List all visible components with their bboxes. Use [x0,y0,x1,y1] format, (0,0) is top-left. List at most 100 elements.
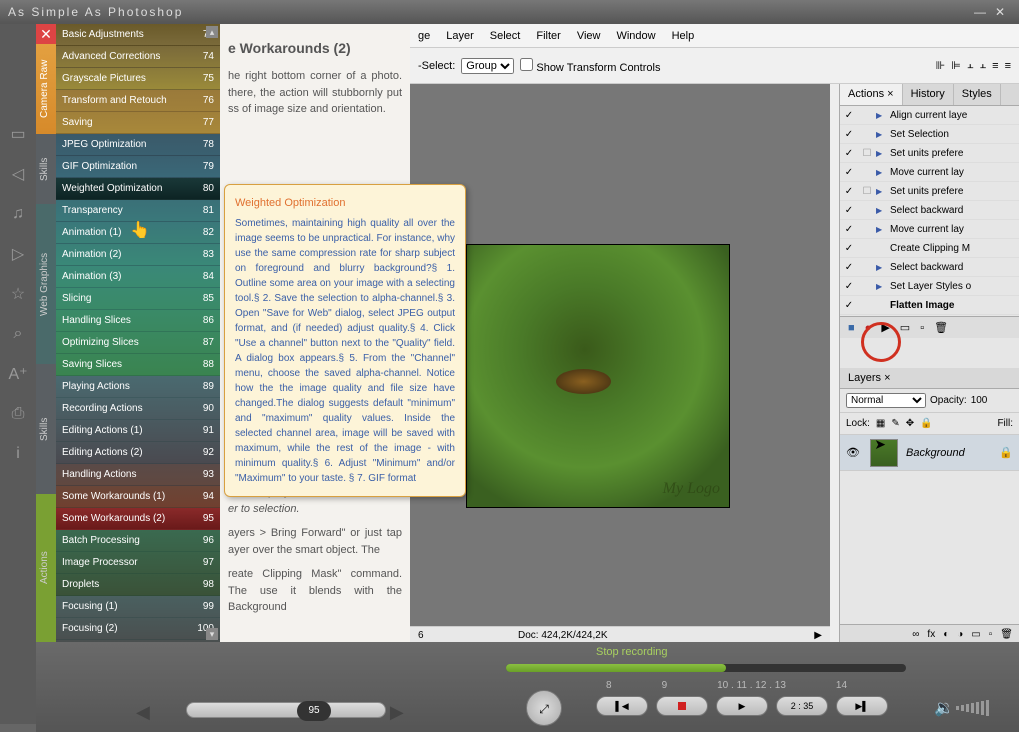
print-icon[interactable]: ⎙ [8,404,28,424]
sidebar-item[interactable]: Handling Slices86 [56,310,220,332]
sidebar-tab[interactable]: Skills [36,364,56,494]
page-slider[interactable]: 95 [186,702,386,718]
menu-item[interactable]: View [577,30,601,42]
action-row[interactable]: ✓▶Align current laye [840,106,1019,125]
rewind-button[interactable]: ▌◀ [596,696,648,716]
sidebar-item[interactable]: Basic Adjustments73 [56,24,220,46]
star-icon[interactable]: ☆ [8,284,28,304]
action-check-icon[interactable]: ✓ [840,129,858,140]
action-expand-icon[interactable]: ▶ [876,168,890,177]
action-row[interactable]: ✓▶Set Layer Styles o [840,277,1019,296]
text-icon[interactable]: A⁺ [8,364,28,384]
expand-button[interactable]: ⤢ [526,690,562,726]
sidebar-tab[interactable]: Skills [36,134,56,204]
sidebar-item[interactable]: Slicing85 [56,288,220,310]
action-row[interactable]: ✓▶Select backward [840,258,1019,277]
action-check-icon[interactable]: ✓ [840,205,858,216]
page-knob[interactable]: 95 [297,701,331,721]
sidebar-item[interactable]: Some Workarounds (2)95 [56,508,220,530]
sidebar-item[interactable]: Animation (2)83 [56,244,220,266]
panel-tab[interactable]: History [903,84,954,105]
sidebar-item[interactable]: Transparency81 [56,200,220,222]
action-row[interactable]: ✓Create Clipping M [840,239,1019,258]
sidebar-item[interactable]: Droplets98 [56,574,220,596]
play-icon[interactable]: ▷ [8,244,28,264]
close-button[interactable]: ✕ [991,5,1011,19]
action-row[interactable]: ✓☐▶Set units prefere [840,182,1019,201]
panel-tab[interactable]: Actions × [840,84,903,105]
trash-icon[interactable]: 🗑 [934,321,948,334]
visibility-icon[interactable]: 👁 [846,446,862,459]
sidebar-item[interactable]: Editing Actions (2)92 [56,442,220,464]
forward-button[interactable]: ▶▌ [836,696,888,716]
stop-icon[interactable]: ■ [848,322,855,334]
action-expand-icon[interactable]: ▶ [876,225,890,234]
play-button[interactable]: ▶ [716,696,768,716]
opacity-value[interactable]: 100 [971,395,988,406]
menu-item[interactable]: Window [616,30,655,42]
action-row[interactable]: ✓Flatten Image [840,296,1019,315]
panel-tab[interactable]: Styles [954,84,1001,105]
scroll-up-icon[interactable]: ▴ [206,26,218,38]
next-page-icon[interactable]: ▶ [390,702,404,723]
align-icon[interactable]: ⫠ [979,59,986,72]
scroll-down-icon[interactable]: ▾ [206,628,218,640]
scroll-right-icon[interactable]: ▶ [814,630,822,641]
lock-pixels-icon[interactable]: ▦ [876,418,885,429]
folder-icon[interactable]: ▭ [900,321,910,334]
record-icon[interactable]: ● [865,322,872,334]
sidebar-item[interactable]: Animation (3)84 [56,266,220,288]
sidebar-item[interactable]: Transform and Retouch76 [56,90,220,112]
action-dialog-icon[interactable]: ☐ [858,148,876,159]
sidebar-item[interactable]: GIF Optimization79 [56,156,220,178]
sidebar-item[interactable]: Grayscale Pictures75 [56,68,220,90]
sidebar-item[interactable]: Animation (1)82 [56,222,220,244]
show-transform-checkbox[interactable]: Show Transform Controls [520,58,660,74]
mask-icon[interactable]: ◐ [943,629,949,640]
info-icon[interactable]: i [8,444,28,464]
sidebar-item[interactable]: Optimizing Slices87 [56,332,220,354]
action-check-icon[interactable]: ✓ [840,224,858,235]
action-expand-icon[interactable]: ▶ [876,149,890,158]
action-expand-icon[interactable]: ▶ [876,206,890,215]
sidebar-tab[interactable]: Camera Raw [36,44,56,134]
lock-move-icon[interactable]: ✥ [906,418,914,429]
menu-item[interactable]: Help [672,30,695,42]
action-expand-icon[interactable]: ▶ [876,111,890,120]
align-icon[interactable]: ⊫ [951,59,961,72]
ps-canvas[interactable]: My Logo [466,244,730,508]
sidebar-item[interactable]: JPEG Optimization78 [56,134,220,156]
action-expand-icon[interactable]: ▶ [876,263,890,272]
sidebar-item[interactable]: Some Workarounds (1)94 [56,486,220,508]
action-check-icon[interactable]: ✓ [840,243,858,254]
record-button[interactable] [656,696,708,716]
sidebar-item[interactable]: Focusing (2)100 [56,618,220,640]
play-icon[interactable]: ▶ [881,321,889,334]
book-icon[interactable]: ▭ [8,124,28,144]
new-layer-icon[interactable]: ▫ [989,629,993,640]
menu-item[interactable]: Filter [536,30,560,42]
sidebar-tab[interactable]: Actions [36,494,56,642]
distribute-icon[interactable]: ≡ [1005,60,1011,72]
layers-tab[interactable]: Layers × [840,368,1019,389]
action-expand-icon[interactable]: ▶ [876,130,890,139]
action-row[interactable]: ✓▶Set Selection [840,125,1019,144]
sidebar-item[interactable]: Focusing (1)99 [56,596,220,618]
sidebar-item[interactable]: Editing Actions (1)91 [56,420,220,442]
sidebar-item[interactable]: Image Processor97 [56,552,220,574]
sidebar-item[interactable]: Weighted Optimization80 [56,178,220,200]
sidebar-close-icon[interactable]: ✕ [36,24,56,44]
menu-item[interactable]: Layer [446,30,474,42]
action-dialog-icon[interactable]: ☐ [858,186,876,197]
autoselect-dropdown[interactable]: Group [461,58,514,74]
sidebar-item[interactable]: Recording Actions90 [56,398,220,420]
action-expand-icon[interactable]: ▶ [876,282,890,291]
action-check-icon[interactable]: ✓ [840,262,858,273]
folder-icon[interactable]: ▭ [971,629,980,640]
zoom-field[interactable]: 6 [418,630,478,641]
lock-brush-icon[interactable]: ✎ [891,418,899,429]
blend-mode-dropdown[interactable]: Normal [846,393,926,408]
sidebar-item[interactable]: Playing Actions89 [56,376,220,398]
prev-page-icon[interactable]: ◀ [136,702,150,723]
sidebar-item[interactable]: Saving Slices88 [56,354,220,376]
